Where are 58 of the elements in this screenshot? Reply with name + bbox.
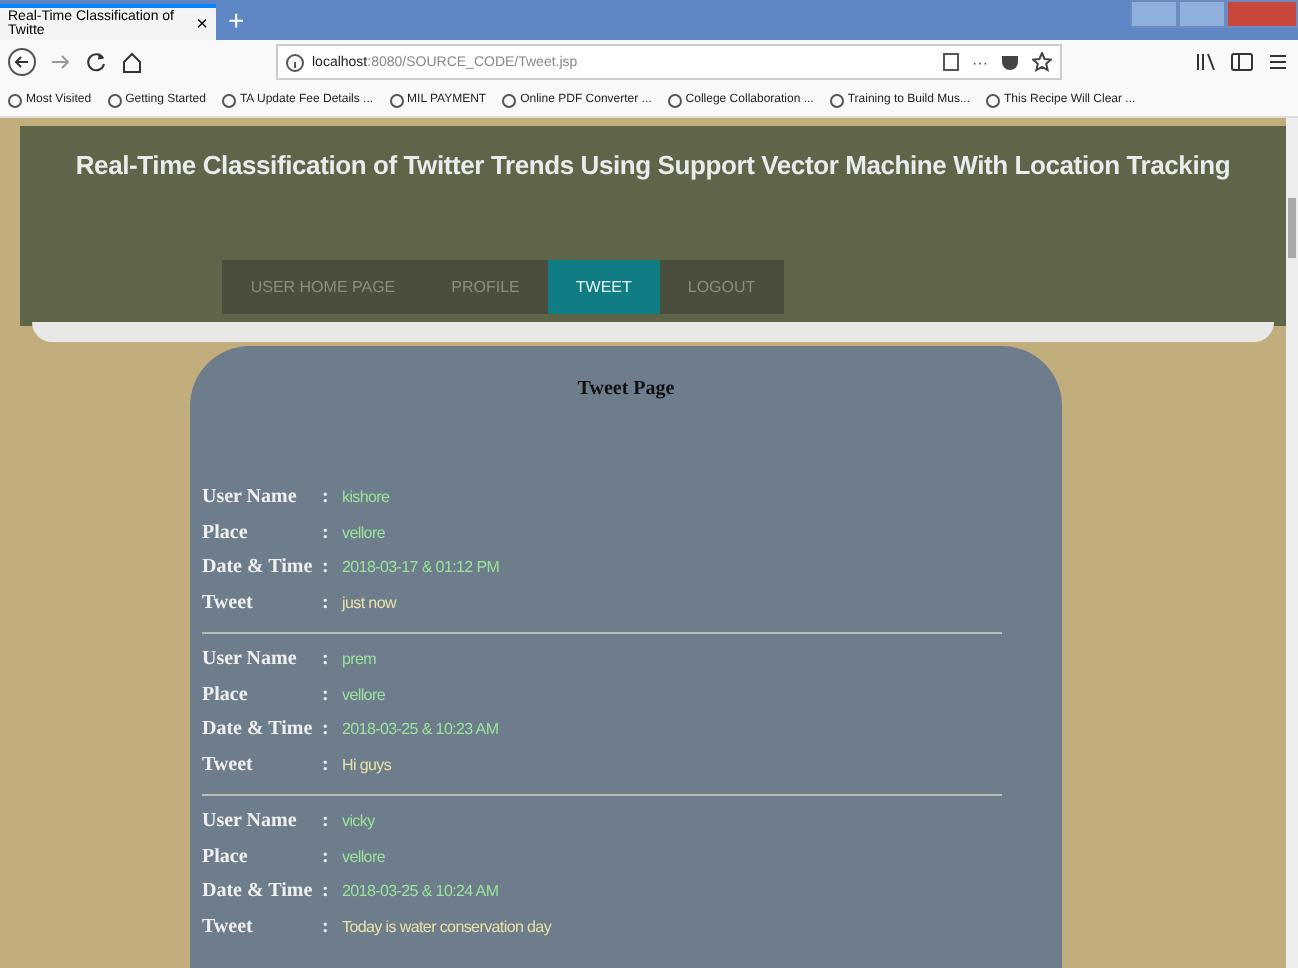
field-value: vellore bbox=[342, 685, 385, 704]
field-value: prem bbox=[342, 650, 377, 669]
field-separator: : bbox=[322, 591, 331, 614]
field-separator: : bbox=[322, 521, 331, 544]
new-tab-button[interactable]: + bbox=[228, 4, 245, 36]
field-label: Date & Time bbox=[202, 718, 315, 741]
star-icon[interactable] bbox=[1032, 52, 1052, 72]
field-label: User Name bbox=[202, 810, 299, 833]
field-value: 2018-03-17 & 01:12 PM bbox=[342, 558, 500, 577]
field-value: vellore bbox=[342, 523, 385, 542]
card-title: Tweet Page bbox=[575, 378, 677, 400]
menu-icon[interactable] bbox=[1266, 50, 1290, 74]
reload-icon[interactable] bbox=[84, 50, 108, 74]
close-tab-button[interactable]: × bbox=[196, 13, 208, 35]
home-icon[interactable] bbox=[120, 50, 144, 74]
field-value: Hi guys bbox=[342, 755, 392, 774]
field-label: Tweet bbox=[202, 753, 255, 776]
field-value: kishore bbox=[342, 488, 390, 507]
field-label: Tweet bbox=[202, 591, 255, 614]
field-label: Date & Time bbox=[202, 556, 315, 579]
page-title: Real-Time Classification of Twitter Trends Using Support Vector Machine With Location Tracking bbox=[75, 150, 1231, 180]
globe-icon bbox=[985, 93, 1000, 107]
globe-icon bbox=[829, 93, 844, 107]
globe-icon bbox=[389, 93, 404, 107]
field-separator: : bbox=[322, 845, 331, 868]
field-value: just now bbox=[342, 593, 396, 612]
more-button[interactable]: ··· bbox=[972, 53, 988, 71]
field-separator: : bbox=[322, 683, 331, 706]
field-value: vellore bbox=[342, 847, 385, 866]
field-label: Place bbox=[202, 683, 250, 706]
field-value: Today is water conservation day bbox=[342, 917, 552, 936]
library-icon[interactable] bbox=[1194, 50, 1218, 74]
field-separator: : bbox=[322, 648, 331, 671]
field-label: Tweet bbox=[202, 915, 255, 938]
info-icon bbox=[286, 53, 304, 71]
forward-arrow-icon[interactable] bbox=[48, 50, 72, 74]
field-separator: : bbox=[322, 718, 331, 741]
globe-icon bbox=[667, 93, 682, 107]
field-label: User Name bbox=[202, 648, 299, 671]
field-separator: : bbox=[322, 915, 331, 938]
sidebar-icon[interactable] bbox=[1230, 50, 1254, 74]
field-label: Place bbox=[202, 521, 250, 544]
nav-tab[interactable]: TWEET bbox=[547, 260, 660, 314]
field-label: User Name bbox=[202, 486, 299, 509]
field-value: vicky bbox=[342, 812, 375, 831]
field-separator: : bbox=[322, 753, 331, 776]
field-separator: : bbox=[322, 556, 331, 579]
field-value: 2018-03-25 & 10:23 AM bbox=[342, 720, 499, 739]
field-separator: : bbox=[322, 810, 331, 833]
field-separator: : bbox=[322, 880, 331, 903]
globe-icon bbox=[107, 93, 122, 107]
globe-icon bbox=[221, 93, 236, 107]
field-separator: : bbox=[322, 486, 331, 509]
field-label: Place bbox=[202, 845, 250, 868]
field-value: 2018-03-25 & 10:24 AM bbox=[342, 882, 499, 901]
globe-icon bbox=[8, 93, 22, 107]
field-label: Date & Time bbox=[202, 880, 315, 903]
globe-icon bbox=[502, 93, 517, 107]
